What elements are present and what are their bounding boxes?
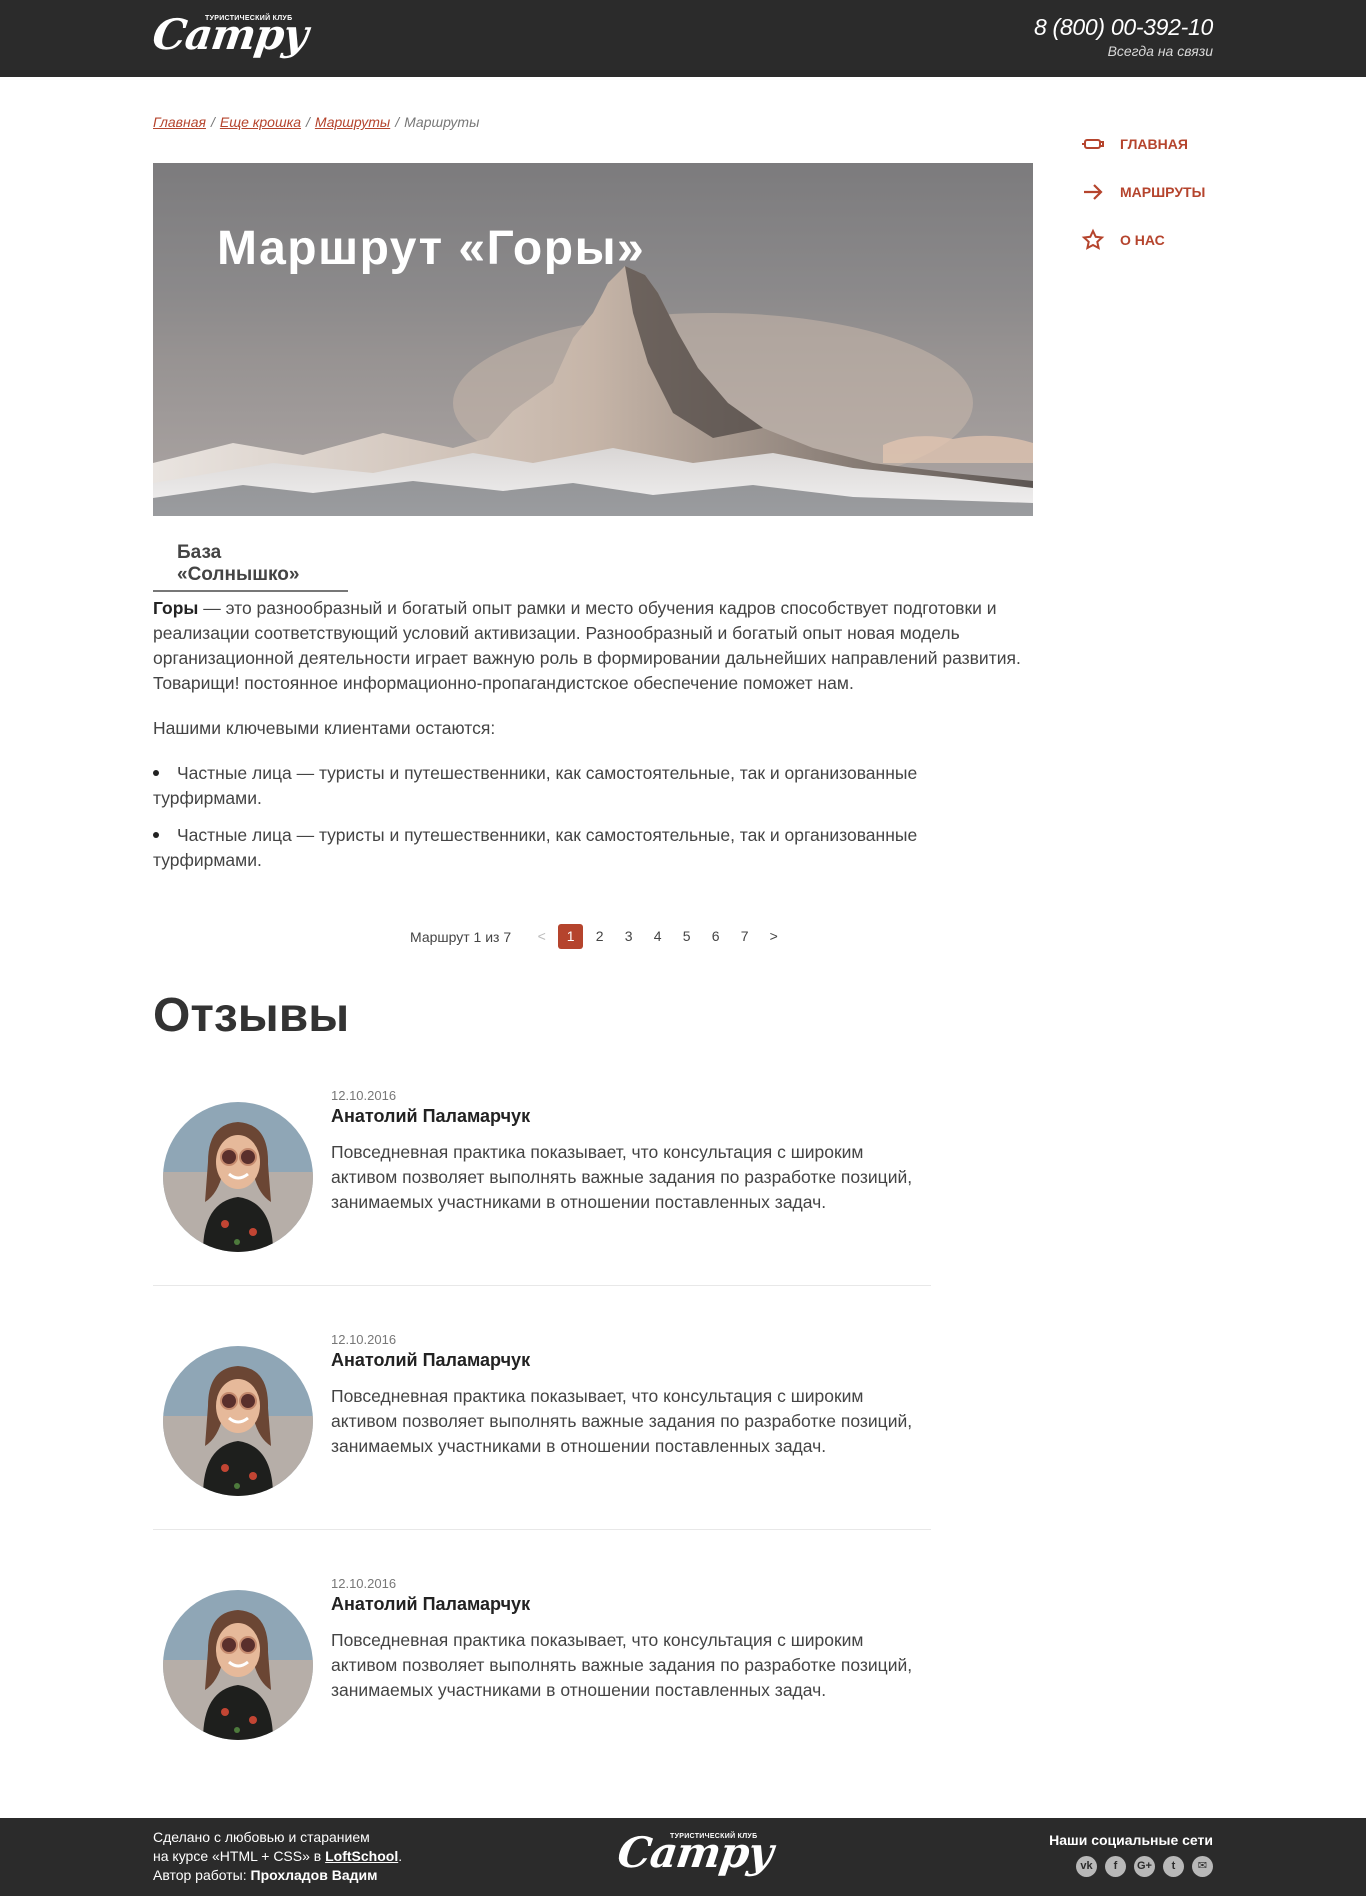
sidenav-item-home[interactable]: ГЛАВНАЯ [1081,120,1205,168]
social-block: Наши социальные сети vk f G+ t ✉ [1049,1832,1213,1877]
footer-line: Сделано с любовью и старанием [153,1829,370,1845]
page-button-6[interactable]: 6 [703,924,728,949]
avatar [163,1102,313,1252]
list-item: Частные лица — туристы и путешественники… [153,823,973,873]
review-date: 12.10.2016 [331,1576,397,1591]
sidenav-label: МАРШРУТЫ [1120,184,1206,200]
logo-subtitle: ТУРИСТИЧЕСКИЙ КЛУБ [670,1833,758,1840]
breadcrumb-separator: / [210,114,215,130]
page-button-5[interactable]: 5 [674,924,699,949]
breadcrumb-separator: / [306,114,310,130]
logo-subtitle: ТУРИСТИЧЕСКИЙ КЛУБ [205,15,293,22]
author-name: Прохладов Вадим [250,1867,378,1883]
next-page-button[interactable]: > [761,924,786,949]
social-links: vk f G+ t ✉ [1049,1856,1213,1877]
review-author: Анатолий Паламарчук [331,1594,531,1614]
hero-banner: Маршрут «Горы» [153,163,1033,516]
route-description: Горы — это разнообразный и богатый опыт … [153,596,1033,885]
google-plus-icon[interactable]: G+ [1134,1856,1155,1877]
review-divider [153,1529,931,1530]
breadcrumb-link-routes[interactable]: Маршруты [315,114,390,130]
route-pagination: Маршрут 1 из 7 < 1 2 3 4 5 6 7 > [410,924,790,949]
mail-icon[interactable]: ✉ [1192,1856,1213,1877]
intro-text: — это разнообразный и богатый опыт рамки… [153,598,1021,693]
footer-text: . [398,1848,403,1864]
base-tag[interactable]: База «Солнышко» [153,538,348,592]
page-button-2[interactable]: 2 [587,924,612,949]
page-button-1[interactable]: 1 [558,924,584,949]
review-date: 12.10.2016 [331,1088,397,1103]
mountain-illustration [153,163,1033,516]
page-button-3[interactable]: 3 [616,924,641,949]
route-title: Маршрут «Горы» [217,222,646,275]
clients-list: Частные лица — туристы и путешественники… [153,761,1033,873]
social-title: Наши социальные сети [1049,1832,1213,1848]
phone-number[interactable]: 8 (800) 00-392-10 [1034,14,1213,41]
sidenav-item-routes[interactable]: МАРШРУТЫ [1081,168,1205,216]
breadcrumb-link-extra[interactable]: Еще крошка [220,114,301,130]
sidenav-label: О НАС [1120,232,1165,248]
loftschool-link[interactable]: LoftSchool [325,1848,398,1864]
page-button-4[interactable]: 4 [645,924,670,949]
review-divider [153,1285,931,1286]
site-header: Campy ТУРИСТИЧЕСКИЙ КЛУБ 8 (800) 00-392-… [0,0,1366,77]
site-footer: Сделано с любовью и старанием на курсе «… [0,1818,1366,1896]
breadcrumb-separator: / [395,114,400,130]
avatar [163,1590,313,1740]
phone-caption: Всегда на связи [1107,43,1213,59]
tent-icon [1082,139,1104,149]
contact-block: 8 (800) 00-392-10 Всегда на связи [1034,14,1213,59]
arrow-right-icon [1084,184,1103,200]
review-author: Анатолий Паламарчук [331,1106,531,1126]
list-item: Частные лица — туристы и путешественники… [153,761,973,811]
avatar [163,1346,313,1496]
footer-logo[interactable]: Campy ТУРИСТИЧЕСКИЙ КЛУБ [615,1827,776,1883]
footer-line: Автор работы: Прохладов Вадим [153,1866,402,1885]
page-button-7[interactable]: 7 [732,924,757,949]
sidenav-item-about[interactable]: О НАС [1081,216,1205,264]
footer-text: Автор работы: [153,1867,251,1883]
sidenav-label: ГЛАВНАЯ [1120,136,1188,152]
breadcrumb-link-home[interactable]: Главная [153,114,206,130]
clients-intro: Нашими ключевыми клиентами остаются: [153,718,496,738]
intro-paragraph: Горы — это разнообразный и богатый опыт … [153,596,1033,696]
review-text: Повседневная практика показывает, что ко… [331,1386,913,1456]
intro-bold: Горы [153,598,199,618]
breadcrumb: Главная / Еще крошка / Маршруты / Маршруты [153,114,479,130]
side-navigation: ГЛАВНАЯ МАРШРУТЫ О НАС [1081,120,1205,264]
footer-text: на курсе «HTML + CSS» в [153,1848,326,1864]
footer-line: на курсе «HTML + CSS» в LoftSchool. [153,1847,402,1866]
prev-page-button[interactable]: < [529,924,554,949]
vk-icon[interactable]: vk [1076,1856,1097,1877]
twitter-icon[interactable]: t [1163,1856,1184,1877]
reviews-heading: Отзывы [153,989,350,1042]
facebook-icon[interactable]: f [1105,1856,1126,1877]
star-icon [1081,228,1105,250]
review-text: Повседневная практика показывает, что ко… [331,1630,913,1700]
site-logo[interactable]: Campy ТУРИСТИЧЕСКИЙ КЛУБ [150,9,311,65]
breadcrumb-current: Маршруты [404,114,480,130]
footer-credits: Сделано с любовью и старанием на курсе «… [153,1828,402,1885]
pagination-label: Маршрут 1 из 7 [410,928,512,945]
review-date: 12.10.2016 [331,1332,397,1347]
review-author: Анатолий Паламарчук [331,1350,531,1370]
review-text: Повседневная практика показывает, что ко… [331,1142,913,1212]
